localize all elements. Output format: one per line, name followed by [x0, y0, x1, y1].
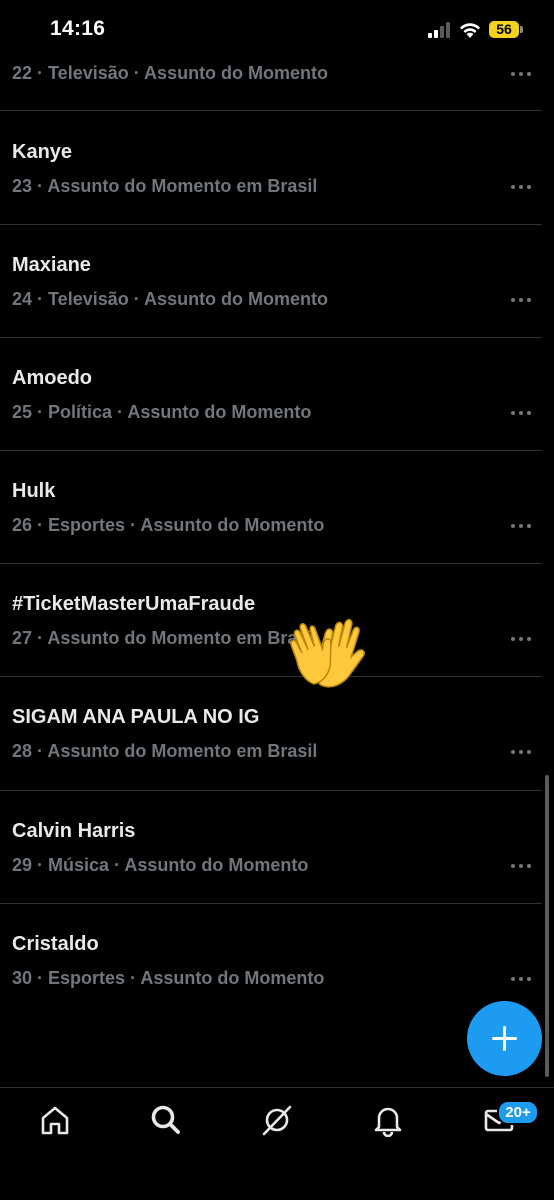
trend-title: Cristaldo [12, 933, 99, 955]
trend-item[interactable]: SIGAM ANA PAULA NO IG 28 · Assunto do Mo… [0, 676, 542, 788]
more-options-icon[interactable] [509, 176, 533, 196]
trend-meta: 30 · Esportes · Assunto do Momento [12, 968, 325, 988]
trend-item[interactable]: #TicketMasterUmaFraude 27 · Assunto do M… [0, 563, 542, 675]
trend-meta: 24 · Televisão · Assunto do Momento [12, 289, 329, 309]
trend-title: Kanye [12, 141, 73, 163]
trend-title: Hulk [12, 480, 56, 502]
more-options-icon[interactable] [509, 515, 533, 535]
trend-meta: 29 · Música · Assunto do Momento [12, 855, 309, 875]
trend-title: SIGAM ANA PAULA NO IG [12, 706, 260, 728]
trend-meta: 28 · Assunto do Momento em Brasil [12, 741, 318, 761]
more-options-icon[interactable] [509, 63, 533, 83]
trend-title: Amoedo [12, 367, 92, 389]
trend-item[interactable]: Hulk 26 · Esportes · Assunto do Momento [0, 450, 542, 562]
trend-meta: 22 · Televisão · Assunto do Momento [12, 63, 329, 83]
more-options-icon[interactable] [509, 741, 533, 761]
trend-meta: 26 · Esportes · Assunto do Momento [12, 515, 325, 535]
wifi-icon [460, 23, 480, 38]
trend-item[interactable]: Calvin Harris 29 · Música · Assunto do M… [0, 789, 542, 901]
waving-hands-emoji [290, 618, 365, 688]
trend-title: #TicketMasterUmaFraude [12, 593, 256, 615]
home-icon[interactable] [38, 1103, 72, 1137]
trend-meta: 25 · Política · Assunto do Momento [12, 402, 312, 422]
scrollbar[interactable] [545, 775, 549, 1077]
search-icon[interactable] [149, 1103, 183, 1137]
trend-item[interactable]: Amoedo 25 · Política · Assunto do Moment… [0, 337, 542, 449]
more-options-icon[interactable] [509, 968, 533, 988]
battery-cap [520, 26, 523, 33]
trend-meta: 23 · Assunto do Momento em Brasil [12, 176, 318, 196]
trend-item[interactable]: Maxiane 24 · Televisão · Assunto do Mome… [0, 224, 542, 336]
compose-button[interactable] [467, 1001, 542, 1076]
grok-icon[interactable] [260, 1103, 294, 1137]
messages-badge: 20+ [497, 1100, 539, 1125]
trend-title: Calvin Harris [12, 820, 136, 842]
status-time: 14:16 [50, 17, 106, 40]
status-bar: 14:16 56 [0, 0, 554, 60]
trend-title: Maxiane [12, 254, 91, 276]
bell-icon[interactable] [371, 1103, 405, 1137]
more-options-icon[interactable] [509, 855, 533, 875]
trend-item[interactable]: Cristaldo 30 · Esportes · Assunto do Mom… [0, 903, 542, 1015]
battery-indicator: 56 [489, 21, 519, 38]
more-options-icon[interactable] [509, 289, 533, 309]
signal-icon [428, 22, 452, 38]
more-options-icon[interactable] [509, 402, 533, 422]
more-options-icon[interactable] [509, 628, 533, 648]
trend-item[interactable]: 22 · Televisão · Assunto do Momento [0, 60, 542, 110]
trend-item[interactable]: Kanye 23 · Assunto do Momento em Brasil [0, 111, 542, 223]
